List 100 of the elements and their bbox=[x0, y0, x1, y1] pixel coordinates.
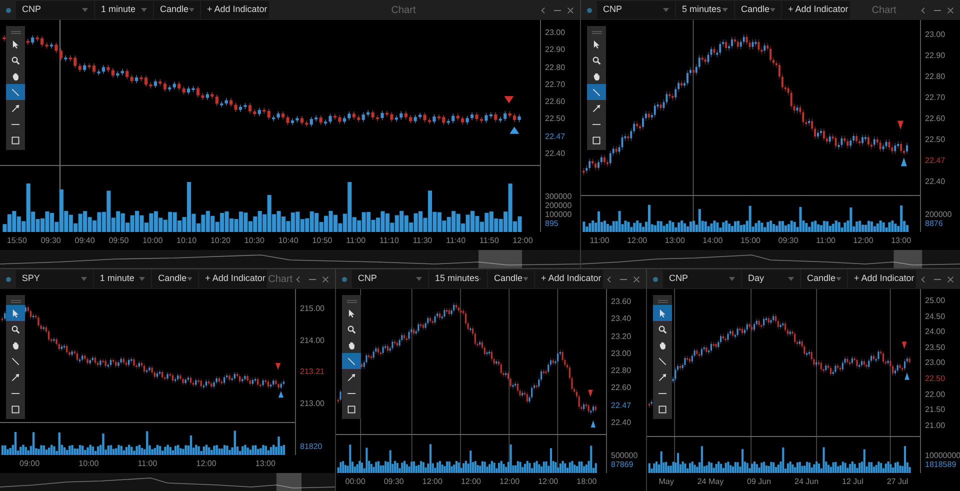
drag-handle-icon[interactable] bbox=[10, 31, 20, 34]
search-icon bbox=[591, 54, 602, 66]
drag-handle-icon[interactable] bbox=[592, 31, 602, 34]
axis-label: 22.47 bbox=[545, 132, 566, 141]
navigator-strip[interactable] bbox=[0, 473, 335, 491]
axis-label: 00:00 bbox=[345, 476, 366, 488]
add-indicator-button[interactable]: + Add Indicator bbox=[848, 270, 916, 288]
line-icon bbox=[346, 356, 357, 366]
hand-icon bbox=[10, 70, 21, 82]
buy-marker-icon bbox=[590, 420, 596, 428]
axis-label: 12:00 bbox=[538, 476, 558, 488]
line-icon bbox=[657, 356, 668, 366]
axis-label: 10000000 bbox=[925, 451, 960, 460]
symbol-dropdown[interactable]: SPY bbox=[16, 270, 93, 288]
status-icon bbox=[653, 276, 658, 282]
arrow-icon bbox=[10, 102, 21, 114]
add-indicator-button[interactable]: + Add Indicator bbox=[199, 270, 268, 288]
axis-label: 18:00 bbox=[576, 476, 597, 488]
hand-icon bbox=[10, 340, 21, 350]
status-icon bbox=[587, 8, 592, 12]
hand-icon bbox=[657, 340, 668, 350]
axis-label: 11:00 bbox=[346, 235, 366, 247]
buy-marker-icon bbox=[904, 372, 910, 380]
drag-handle-icon[interactable] bbox=[346, 300, 356, 303]
pointer-icon bbox=[657, 308, 668, 318]
caret-icon bbox=[188, 8, 194, 12]
chart-type-dropdown[interactable]: Candle bbox=[154, 1, 200, 19]
minimize-icon bbox=[934, 278, 940, 280]
drag-handle-icon[interactable] bbox=[10, 300, 20, 303]
axis-label: 22.00 bbox=[925, 390, 946, 399]
axis-label: 10:20 bbox=[210, 235, 230, 247]
search-icon bbox=[10, 324, 21, 334]
axis-label: 22.60 bbox=[925, 114, 946, 123]
axis-label: 21.00 bbox=[925, 420, 946, 430]
interval-dropdown[interactable]: Day bbox=[742, 270, 800, 288]
buy-marker-icon bbox=[510, 126, 520, 134]
axis-label: 200000 bbox=[925, 210, 953, 219]
symbol-dropdown[interactable]: CNP bbox=[663, 270, 741, 288]
caret-icon bbox=[788, 277, 794, 281]
axis-label: May bbox=[658, 476, 674, 488]
caret-icon bbox=[522, 277, 528, 281]
axis-label: 11:50 bbox=[479, 235, 499, 247]
axis-label: 11:00 bbox=[590, 235, 610, 247]
close-icon bbox=[320, 274, 330, 284]
pointer-icon bbox=[10, 308, 21, 318]
axis-label: 12:00 bbox=[853, 235, 874, 247]
rectangle-icon bbox=[591, 134, 602, 146]
caret-icon bbox=[82, 8, 88, 12]
drag-handle-icon[interactable] bbox=[658, 300, 668, 303]
symbol-dropdown[interactable]: CNP bbox=[16, 1, 94, 19]
close-icon bbox=[946, 6, 954, 14]
axis-label: 22.40 bbox=[545, 148, 566, 158]
chart-type-dropdown[interactable]: Candle bbox=[152, 270, 198, 288]
caret-icon bbox=[770, 8, 775, 12]
axis-label: 22.40 bbox=[611, 418, 632, 427]
axis-label: 24.00 bbox=[925, 327, 946, 336]
axis-label: 300000 bbox=[545, 192, 573, 201]
close-icon bbox=[566, 6, 574, 14]
add-indicator-button[interactable]: + Add Indicator bbox=[782, 1, 850, 19]
axis-label: 22.47 bbox=[925, 156, 946, 165]
axis-label: 22.70 bbox=[925, 93, 946, 102]
axis-label: 09:30 bbox=[384, 476, 404, 488]
status-icon bbox=[342, 276, 347, 282]
axis-label: 12:00 bbox=[512, 235, 533, 247]
add-indicator-button[interactable]: + Add Indicator bbox=[535, 270, 604, 288]
close-icon bbox=[946, 274, 954, 284]
arrow-icon bbox=[591, 102, 602, 114]
close-icon bbox=[632, 274, 641, 284]
chart-type-dropdown[interactable]: Candle bbox=[735, 1, 781, 19]
axis-label: 23.20 bbox=[611, 332, 632, 341]
arrow-icon bbox=[10, 372, 21, 382]
axis-label: 213.00 bbox=[300, 398, 326, 408]
add-indicator-button[interactable]: + Add Indicator bbox=[201, 1, 269, 19]
interval-dropdown[interactable]: 15 minutes bbox=[429, 270, 488, 288]
interval-dropdown[interactable]: 1 minute bbox=[94, 270, 152, 288]
axis-label: 22.47 bbox=[611, 400, 632, 410]
pointer-icon bbox=[10, 38, 21, 50]
axis-label: 12:00 bbox=[627, 235, 648, 247]
buy-marker-icon bbox=[900, 158, 907, 166]
status-icon bbox=[6, 276, 11, 282]
axis-label: 22.60 bbox=[611, 383, 632, 392]
symbol-dropdown[interactable]: CNP bbox=[352, 270, 428, 288]
line-icon bbox=[10, 86, 21, 98]
chart-type-dropdown[interactable]: Candle bbox=[801, 270, 847, 288]
sell-marker-icon bbox=[902, 342, 907, 349]
pointer-icon bbox=[346, 308, 357, 318]
axis-label: 15:50 bbox=[6, 235, 27, 247]
caret-icon bbox=[80, 277, 87, 281]
axis-label: 11:00 bbox=[138, 458, 158, 470]
axis-label: 10:30 bbox=[244, 235, 264, 247]
navigator-strip[interactable] bbox=[581, 250, 960, 268]
symbol-dropdown[interactable]: CNP bbox=[597, 1, 675, 19]
interval-dropdown[interactable]: 5 minutes bbox=[676, 1, 734, 19]
navigator-strip[interactable] bbox=[0, 250, 580, 268]
axis-label: 23.00 bbox=[925, 358, 946, 368]
axis-label: 23.50 bbox=[925, 342, 946, 352]
line-icon bbox=[591, 86, 602, 98]
interval-dropdown[interactable]: 1 minute bbox=[95, 1, 153, 19]
caret-icon bbox=[722, 8, 728, 12]
chart-type-dropdown[interactable]: Candle bbox=[488, 270, 534, 288]
